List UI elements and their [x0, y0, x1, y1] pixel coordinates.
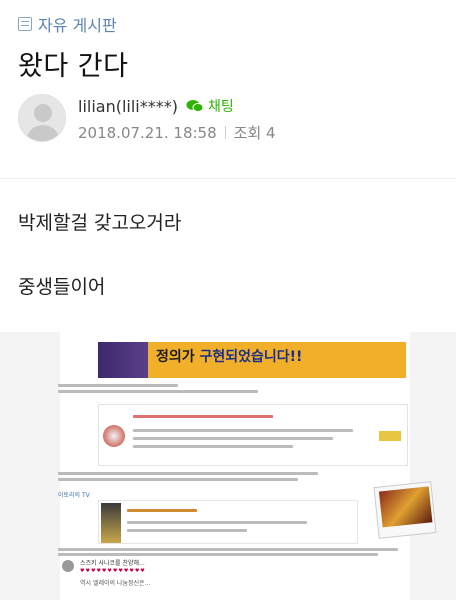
comment-hearts: ♥♥♥♥♥♥♥♥♥♥♥♥	[80, 568, 146, 574]
embedded-notice-box	[98, 404, 408, 466]
board-name: 자유 게시판	[38, 16, 117, 35]
board-list-icon	[18, 17, 32, 31]
embedded-image[interactable]: 정의가 구현되었습니다!! 이토리의 TV 스즈키 사나코를 찬양해... ♥♥…	[0, 332, 456, 600]
view-count: 조회 4	[233, 124, 276, 142]
embedded-comment: 스즈키 사나코를 찬양해... ♥♥♥♥♥♥♥♥♥♥♥♥ 역시 엘레이의 나눔정…	[62, 558, 392, 598]
board-link[interactable]: 자유 게시판	[18, 12, 117, 36]
comment-text: 역시 엘레이의 나눔정신은...	[80, 580, 151, 587]
photo-card-image	[378, 486, 433, 528]
comment-author: 스즈키 사나코를 찬양해...	[80, 560, 145, 567]
notice-logo	[103, 425, 125, 447]
post-body-line: 박제할걸 갖고오거라	[18, 212, 182, 234]
notice-badge	[379, 431, 401, 441]
post-date: 2018.07.21. 18:58	[78, 123, 217, 142]
video-thumbnail	[101, 503, 121, 543]
author-row: lilian(lili****) 채팅 2018.07.21. 18:58 조회…	[18, 94, 276, 143]
banner-photos	[98, 342, 148, 378]
banner: 정의가 구현되었습니다!!	[98, 342, 406, 378]
chat-icon	[186, 100, 204, 112]
banner-headline-part: 정의가	[156, 349, 200, 365]
avatar[interactable]	[18, 94, 66, 142]
post-title: 왔다 간다	[18, 51, 129, 82]
photo-card	[373, 481, 437, 539]
chat-button[interactable]: 채팅	[186, 96, 234, 116]
chat-label: 채팅	[208, 99, 234, 115]
banner-headline: 정의가 구현되었습니다!!	[156, 346, 302, 366]
meta-separator	[224, 126, 226, 139]
author-name[interactable]: lilian(lili****)	[78, 97, 178, 116]
header-divider	[0, 178, 456, 179]
embedded-video-box	[98, 500, 358, 544]
banner-headline-part: 구현되었습니다!!	[199, 349, 303, 365]
post-body-line: 중생들이어	[18, 276, 106, 298]
comment-avatar	[62, 560, 74, 572]
tv-label: 이토리의 TV	[58, 492, 90, 499]
